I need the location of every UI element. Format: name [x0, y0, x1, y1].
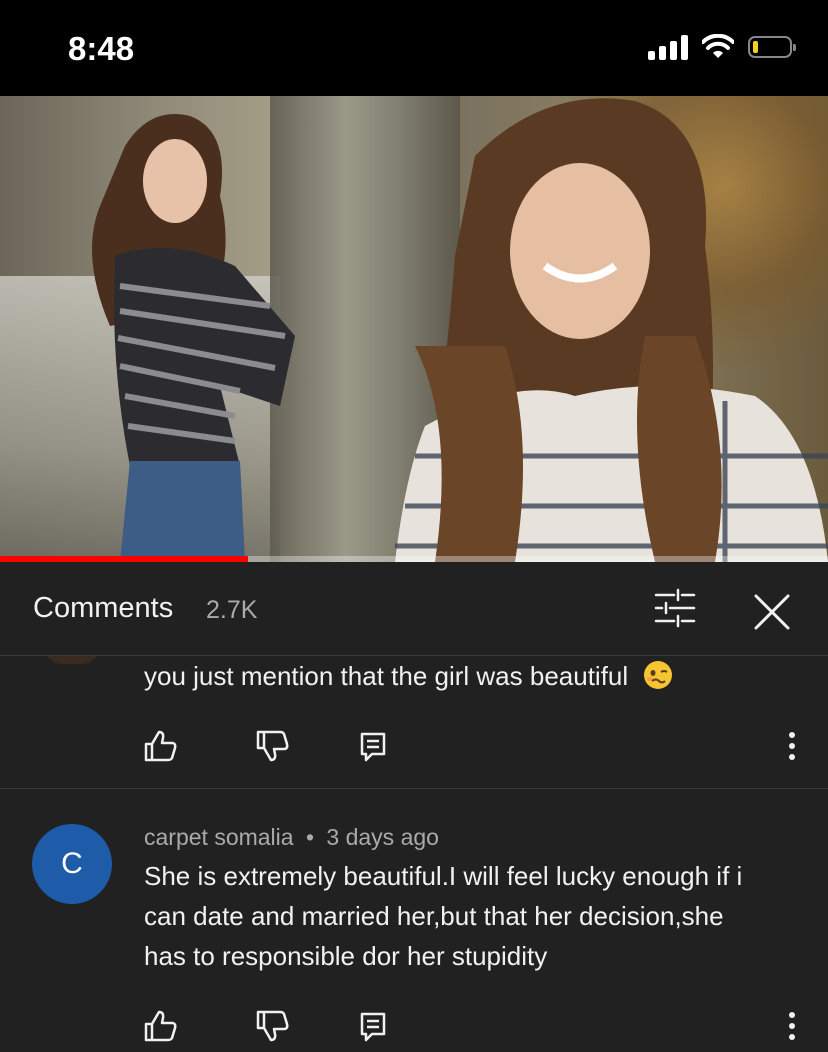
cellular-signal-icon	[648, 34, 688, 60]
comment-actions	[0, 718, 828, 768]
comment-text: She is extremely beautiful.I will feel l…	[144, 856, 804, 976]
avatar-letter: C	[61, 847, 83, 880]
video-player[interactable]	[0, 96, 828, 562]
more-vertical-icon[interactable]	[774, 1006, 810, 1046]
comment-body: you just mention that the girl was beaut…	[144, 661, 629, 691]
thumbs-down-icon[interactable]	[252, 1006, 292, 1046]
comment-list: you just mention that the girl was beaut…	[0, 656, 828, 1052]
wifi-icon	[702, 34, 734, 58]
comment-meta: carpet somalia • 3 days ago	[144, 824, 439, 851]
comment-divider	[0, 788, 828, 789]
video-person-left	[92, 114, 295, 562]
comment-line: can date and married her,but that her de…	[144, 901, 724, 931]
comment-author[interactable]: carpet somalia	[144, 824, 294, 850]
sliders-icon[interactable]	[652, 588, 698, 628]
comments-title: Comments	[33, 592, 174, 624]
woozy-face-emoji	[644, 661, 673, 689]
comment-line: has to responsible dor her stupidity	[144, 941, 548, 971]
close-icon[interactable]	[750, 590, 794, 634]
comments-count: 2.7K	[206, 596, 258, 624]
reply-icon[interactable]	[354, 726, 394, 766]
thumbs-down-icon[interactable]	[252, 726, 292, 766]
thumbs-up-icon[interactable]	[140, 1006, 180, 1046]
avatar[interactable]: C	[32, 824, 112, 904]
comment-actions	[0, 998, 828, 1048]
comment-line: She is extremely beautiful.I will feel l…	[144, 861, 743, 891]
battery-icon	[748, 36, 796, 58]
status-bar: 8:48	[0, 0, 828, 96]
status-time: 8:48	[68, 30, 135, 67]
avatar[interactable]	[44, 656, 100, 664]
comment-time: 3 days ago	[326, 824, 439, 850]
more-vertical-icon[interactable]	[774, 726, 810, 766]
meta-separator: •	[305, 824, 315, 850]
thumbs-up-icon[interactable]	[140, 726, 180, 766]
status-icons	[648, 34, 796, 60]
comment-text: you just mention that the girl was beaut…	[144, 656, 804, 696]
video-person-right	[395, 98, 828, 562]
comments-header: Comments 2.7K	[0, 562, 828, 656]
reply-icon[interactable]	[354, 1006, 394, 1046]
battery-level	[753, 41, 758, 53]
